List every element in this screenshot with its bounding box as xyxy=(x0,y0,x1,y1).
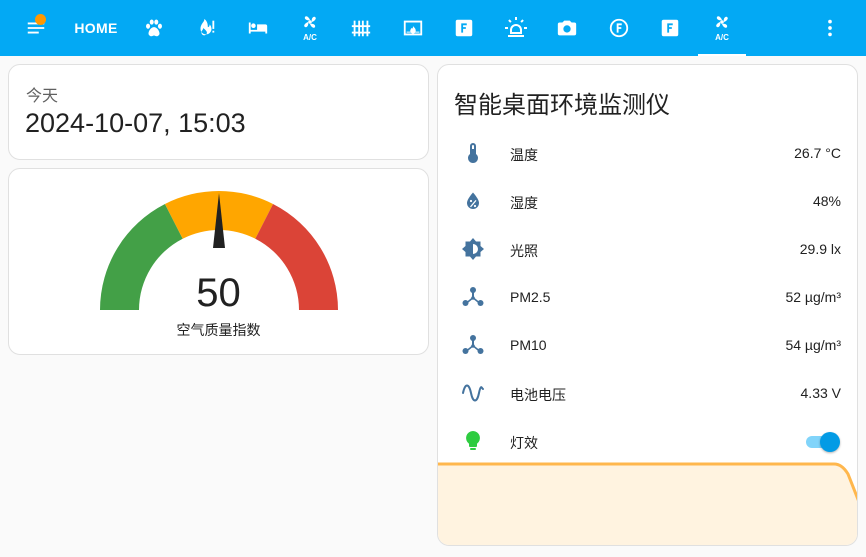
gauge-name: 空气质量指数 xyxy=(176,322,261,338)
tab-fireplace[interactable] xyxy=(395,0,431,56)
entity-name: 湿度 xyxy=(510,195,538,211)
tab-camera[interactable] xyxy=(549,0,585,56)
lightbulb-icon xyxy=(466,431,480,450)
card-title: 智能桌面环境监测仪 xyxy=(454,92,670,119)
entity-value: 48% xyxy=(812,193,841,209)
gauge-card[interactable]: 50 空气质量指数 xyxy=(8,168,429,355)
svg-text:A/C: A/C xyxy=(303,33,317,42)
gauge-value: 50 xyxy=(196,271,241,315)
tab-pets[interactable] xyxy=(136,0,172,56)
entity-row-light-effect[interactable]: 灯效 xyxy=(438,421,857,461)
notification-badge xyxy=(35,14,46,25)
tab-air-conditioner-1[interactable]: A/C xyxy=(292,0,328,56)
tab-f-box-2[interactable] xyxy=(652,0,688,56)
top-toolbar: HOME A/C A/C xyxy=(0,0,866,56)
sine-wave-icon xyxy=(462,384,484,402)
alpha-f-box-icon xyxy=(661,19,679,37)
tab-f-circle[interactable] xyxy=(601,0,637,56)
tab-air-conditioner-2[interactable]: A/C xyxy=(698,0,746,56)
entity-row-pm25[interactable]: PM2.5 52 µg/m³ xyxy=(438,277,857,317)
tab-fire[interactable] xyxy=(188,0,224,56)
entity-name: PM10 xyxy=(510,337,547,353)
overflow-menu-button[interactable] xyxy=(812,0,848,56)
tab-bedroom[interactable] xyxy=(240,0,276,56)
entities-card: 智能桌面环境监测仪 温度 26.7 °C 湿度 48% 光照 29.9 lx P… xyxy=(437,64,858,546)
alpha-f-box-icon xyxy=(455,19,473,37)
dots-vertical-icon xyxy=(828,19,832,37)
molecule-icon xyxy=(462,287,484,306)
tab-home-label: HOME xyxy=(74,20,118,36)
sidebar-menu-button[interactable] xyxy=(18,0,54,56)
water-percent-icon xyxy=(467,192,479,209)
fire-alert-icon xyxy=(200,18,215,36)
entity-name: 光照 xyxy=(510,243,538,259)
camera-icon xyxy=(557,20,577,36)
alpha-f-circle-icon xyxy=(609,18,629,38)
thermometer-icon xyxy=(468,143,478,163)
tab-alarm[interactable] xyxy=(498,0,534,56)
entity-row-illuminance[interactable]: 光照 29.9 lx xyxy=(438,229,857,269)
svg-text:A/C: A/C xyxy=(715,33,729,42)
light-effect-toggle[interactable] xyxy=(804,431,842,453)
bed-icon xyxy=(248,22,268,34)
air-conditioner-icon: A/C xyxy=(303,16,317,42)
entity-name: 温度 xyxy=(510,147,538,163)
entity-name: 电池电压 xyxy=(510,387,566,403)
radiator-icon xyxy=(351,20,371,37)
air-conditioner-icon: A/C xyxy=(715,16,729,42)
tab-heating[interactable] xyxy=(343,0,379,56)
entity-row-pm10[interactable]: PM10 54 µg/m³ xyxy=(438,325,857,365)
date-card[interactable]: 今天 2024-10-07, 15:03 xyxy=(8,64,429,160)
tab-home[interactable]: HOME xyxy=(68,0,124,56)
brightness-icon xyxy=(462,238,484,260)
paw-icon xyxy=(146,19,162,37)
tab-f-box-1[interactable] xyxy=(446,0,482,56)
entity-value: 26.7 °C xyxy=(794,145,841,161)
fireplace-icon xyxy=(403,20,423,36)
entity-value: 54 µg/m³ xyxy=(785,337,841,353)
entity-value: 29.9 lx xyxy=(799,241,841,257)
entity-name: 灯效 xyxy=(510,435,538,451)
date-label: 今天 xyxy=(26,88,59,105)
molecule-icon xyxy=(462,335,484,354)
entity-row-battery-voltage[interactable]: 电池电压 4.33 V xyxy=(438,373,857,413)
entity-row-humidity[interactable]: 湿度 48% xyxy=(438,181,857,221)
toggle-knob xyxy=(820,432,840,452)
history-graph xyxy=(438,462,857,545)
entity-value: 52 µg/m³ xyxy=(785,289,841,305)
entity-row-temperature[interactable]: 温度 26.7 °C xyxy=(438,133,857,173)
alarm-light-icon xyxy=(505,17,527,37)
entity-name: PM2.5 xyxy=(510,289,551,305)
date-value: 2024-10-07, 15:03 xyxy=(25,108,246,138)
entity-value: 4.33 V xyxy=(800,385,841,401)
